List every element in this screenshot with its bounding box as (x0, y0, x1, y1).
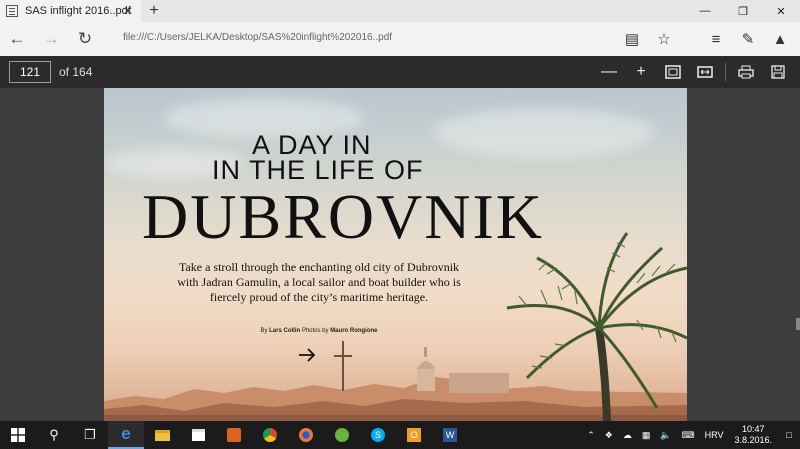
utorrent-icon[interactable] (324, 421, 360, 449)
language-indicator[interactable]: HRV (705, 430, 724, 440)
favorite-star-icon[interactable]: ☆ (648, 22, 680, 56)
zoom-out-icon[interactable]: — (593, 56, 625, 88)
byline-author: Lars Collin (269, 328, 301, 334)
fit-width-icon[interactable] (689, 56, 721, 88)
file-explorer-icon[interactable] (144, 421, 180, 449)
system-tray: ⌃ ❖ ☁ ▦ 🔈 ⌨ HRV 10:47 3.8.2016. □ (582, 421, 800, 449)
pdf-tools: — + (593, 56, 794, 88)
pdf-viewer[interactable]: A DAY IN IN THE LIFE OF DUBROVNIK Take a… (0, 88, 800, 421)
dropbox-icon[interactable]: ❖ (605, 430, 613, 441)
cloud-decoration (434, 108, 654, 158)
tab-close-icon[interactable]: ✕ (123, 4, 133, 18)
start-button[interactable] (0, 421, 36, 449)
clock-date: 3.8.2016. (734, 435, 772, 445)
search-icon[interactable]: ⚲ (36, 421, 72, 449)
toolbar-divider (725, 63, 726, 81)
media-player-icon[interactable] (216, 421, 252, 449)
edge-icon[interactable]: e (108, 421, 144, 449)
scrollbar[interactable] (796, 318, 800, 330)
tab-title: SAS inflight 2016..pdf (25, 5, 131, 17)
reading-view-icon[interactable]: ▤ (616, 22, 648, 56)
chrome-icon[interactable] (252, 421, 288, 449)
tab-pdf[interactable]: SAS inflight 2016..pdf ✕ (0, 0, 141, 22)
new-tab-button[interactable]: + (141, 0, 167, 22)
forward-icon[interactable]: → (34, 22, 68, 56)
page-total: of 164 (59, 65, 93, 79)
byline-prefix: By (260, 328, 270, 334)
volume-icon[interactable]: 🔈 (660, 430, 671, 441)
restore-icon[interactable]: ❐ (724, 0, 762, 22)
firefox-icon[interactable] (288, 421, 324, 449)
tab-strip: SAS inflight 2016..pdf ✕ + — ❐ ✕ (0, 0, 800, 22)
print-icon[interactable] (730, 56, 762, 88)
palm-tree-image (506, 232, 687, 421)
byline-photographer: Mauro Rongione (330, 328, 378, 334)
article-lede: Take a stroll through the enchanting old… (177, 260, 461, 304)
show-hidden-icons-icon[interactable]: ⌃ (587, 430, 595, 441)
skype-icon[interactable]: S (360, 421, 396, 449)
back-icon[interactable]: ← (0, 22, 34, 56)
pdf-toolbar: 121 of 164 — + (0, 56, 800, 88)
store-icon[interactable] (180, 421, 216, 449)
refresh-icon[interactable]: ↻ (68, 22, 102, 56)
network-icon[interactable]: ▦ (642, 430, 651, 441)
minimize-icon[interactable]: — (686, 0, 724, 22)
page-number-input[interactable]: 121 (9, 61, 51, 83)
address-bar[interactable]: file:///C:/Users/JELKA/Desktop/SAS%20inf… (123, 32, 392, 43)
task-view-icon[interactable]: ❐ (72, 421, 108, 449)
article-title: DUBROVNIK (142, 181, 544, 252)
outlook-icon[interactable]: O (396, 421, 432, 449)
word-icon[interactable]: W (432, 421, 468, 449)
onedrive-icon[interactable]: ☁ (623, 430, 632, 441)
keyboard-icon[interactable]: ⌨ (682, 430, 695, 441)
action-center-icon[interactable]: □ (778, 421, 800, 449)
clock[interactable]: 10:47 3.8.2016. (734, 424, 772, 446)
navigation-bar: ← → ↻ file:///C:/Users/JELKA/Desktop/SAS… (0, 22, 800, 56)
clock-time: 10:47 (741, 424, 765, 434)
web-note-icon[interactable]: ✎ (732, 22, 764, 56)
pdf-page: A DAY IN IN THE LIFE OF DUBROVNIK Take a… (104, 88, 687, 421)
article-byline: By Lars Collin Photos by Mauro Rongione (174, 328, 464, 334)
zoom-in-icon[interactable]: + (625, 56, 657, 88)
taskbar: ⚲ ❐ e S O W ⌃ ❖ ☁ ▦ 🔈 ⌨ HRV 10:47 3.8.20… (0, 421, 800, 449)
save-icon[interactable] (762, 56, 794, 88)
windows-logo-icon (11, 428, 25, 442)
fit-page-icon[interactable] (657, 56, 689, 88)
document-icon (6, 5, 18, 17)
browser-actions: ▤ ☆ ≡ ✎ ▲ (616, 22, 796, 56)
share-icon[interactable]: ▲ (764, 22, 796, 56)
window-controls: — ❐ ✕ (686, 0, 800, 22)
byline-photos-label: Photos by (300, 328, 331, 334)
hub-icon[interactable]: ≡ (700, 22, 732, 56)
close-window-icon[interactable]: ✕ (762, 0, 800, 22)
